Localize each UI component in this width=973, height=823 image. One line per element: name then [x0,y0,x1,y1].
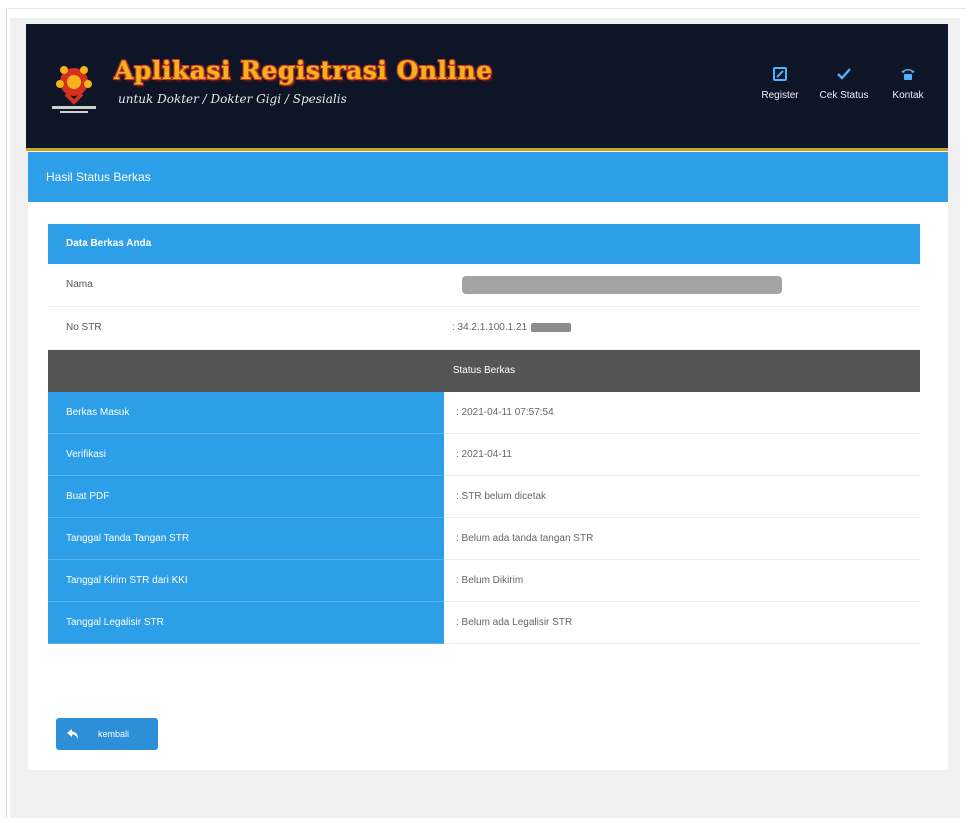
nav-register[interactable]: Register [748,66,812,101]
status-row: Tanggal Kirim STR dari KKI : Belum Dikir… [48,560,920,602]
reply-arrow-icon [67,729,78,739]
status-label: Tanggal Tanda Tangan STR [48,518,444,560]
status-value: : Belum ada Legalisir STR [444,602,920,644]
info-value-str: : 34.2.1.100.1.21 [452,322,528,333]
status-value: : Belum Dikirim [444,560,920,602]
back-button[interactable]: kembali [56,718,158,750]
app-header: Aplikasi Registrasi Online untuk Dokter … [26,24,948,151]
kki-logo-icon [52,66,96,113]
nav-cek-status[interactable]: Cek Status [812,66,876,101]
window-border-top [6,8,966,9]
redacted-name [462,276,782,294]
status-label: Berkas Masuk [48,392,444,434]
status-card: Hasil Status Berkas Data Berkas Anda Nam… [28,152,948,770]
app-title: Aplikasi Registrasi Online [114,56,493,85]
top-nav: Register Cek Status Kontak [748,66,940,101]
back-button-label: kembali [98,729,130,739]
status-row: Buat PDF : STR belum dicetak [48,476,920,518]
info-row-nama: Nama [48,264,920,307]
status-value: : STR belum dicetak [444,476,920,518]
status-section-title: Status Berkas [48,350,920,392]
status-value: : Belum ada tanda tangan STR [444,518,920,560]
info-row-str: No STR : 34.2.1.100.1.21 [48,307,920,350]
info-label-str: No STR [66,322,102,333]
redacted-str-suffix [531,322,572,332]
nav-cek-status-label: Cek Status [819,90,869,101]
nav-kontak-label: Kontak [892,90,924,101]
data-section-title: Data Berkas Anda [48,224,920,264]
status-row: Berkas Masuk : 2021-04-11 07:57:54 [48,392,920,434]
status-value: : 2021-04-11 07:57:54 [444,392,920,434]
status-label: Verifikasi [48,434,444,476]
edit-icon [773,67,787,81]
info-label-nama: Nama [66,279,93,290]
status-row: Tanggal Legalisir STR : Belum ada Legali… [48,602,920,644]
status-label: Buat PDF [48,476,444,518]
status-row: Tanggal Tanda Tangan STR : Belum ada tan… [48,518,920,560]
nav-register-label: Register [761,90,799,101]
info-value-str-wrap: : 34.2.1.100.1.21 [452,322,572,333]
status-value: : 2021-04-11 [444,434,920,476]
status-label: Tanggal Kirim STR dari KKI [48,560,444,602]
status-label: Tanggal Legalisir STR [48,602,444,644]
panel-title: Hasil Status Berkas [28,152,948,202]
nav-kontak[interactable]: Kontak [876,66,940,101]
check-icon [837,68,851,80]
app-subtitle: untuk Dokter / Dokter Gigi / Spesialis [118,92,347,106]
phone-icon [901,69,915,80]
window-border [6,8,7,818]
page: Aplikasi Registrasi Online untuk Dokter … [10,18,960,818]
status-row: Verifikasi : 2021-04-11 [48,434,920,476]
